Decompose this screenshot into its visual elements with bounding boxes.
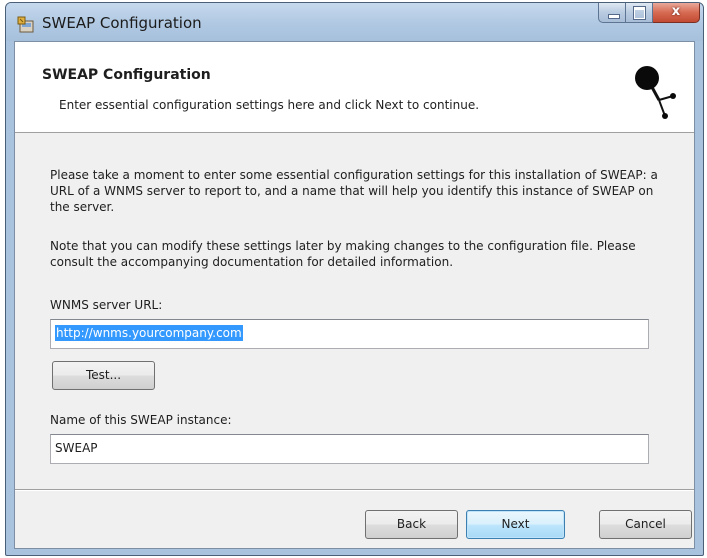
close-icon: x: [671, 4, 681, 19]
footer-divider: [15, 489, 694, 491]
instance-name-value: SWEAP: [55, 441, 98, 455]
back-button[interactable]: Back: [365, 510, 458, 539]
maximize-icon: [633, 6, 646, 20]
intro-paragraph: Please take a moment to enter some essen…: [50, 168, 658, 214]
caption-buttons: x: [598, 3, 700, 25]
close-button[interactable]: x: [653, 3, 700, 23]
banner-subtitle: Enter essential configuration settings h…: [59, 98, 480, 112]
instance-name-input[interactable]: SWEAP: [50, 434, 649, 464]
note-paragraph: Note that you can modify these settings …: [50, 239, 636, 269]
minimize-icon: [608, 14, 620, 19]
installer-window: SWEAP Configuration x SWEAP Configuratio…: [5, 2, 704, 556]
test-button[interactable]: Test...: [52, 361, 155, 390]
next-button[interactable]: Next: [466, 510, 565, 539]
instance-name-label: Name of this SWEAP instance:: [50, 413, 232, 427]
cancel-button[interactable]: Cancel: [599, 510, 692, 539]
installer-app-icon: [17, 16, 34, 33]
maximize-button[interactable]: [626, 3, 653, 23]
minimize-button[interactable]: [598, 3, 626, 23]
header-banner: SWEAP Configuration Enter essential conf…: [15, 42, 694, 133]
network-node-icon: [635, 66, 676, 119]
title-bar[interactable]: SWEAP Configuration x: [6, 3, 703, 41]
url-input-value: http://wnms.yourcompany.com: [55, 325, 243, 341]
window-title: SWEAP Configuration: [42, 14, 202, 32]
banner-title: SWEAP Configuration: [42, 67, 211, 83]
dialog-client-area: SWEAP Configuration Enter essential conf…: [14, 41, 695, 549]
url-field-label: WNMS server URL:: [50, 298, 163, 312]
wnms-url-input[interactable]: http://wnms.yourcompany.com: [50, 319, 649, 349]
